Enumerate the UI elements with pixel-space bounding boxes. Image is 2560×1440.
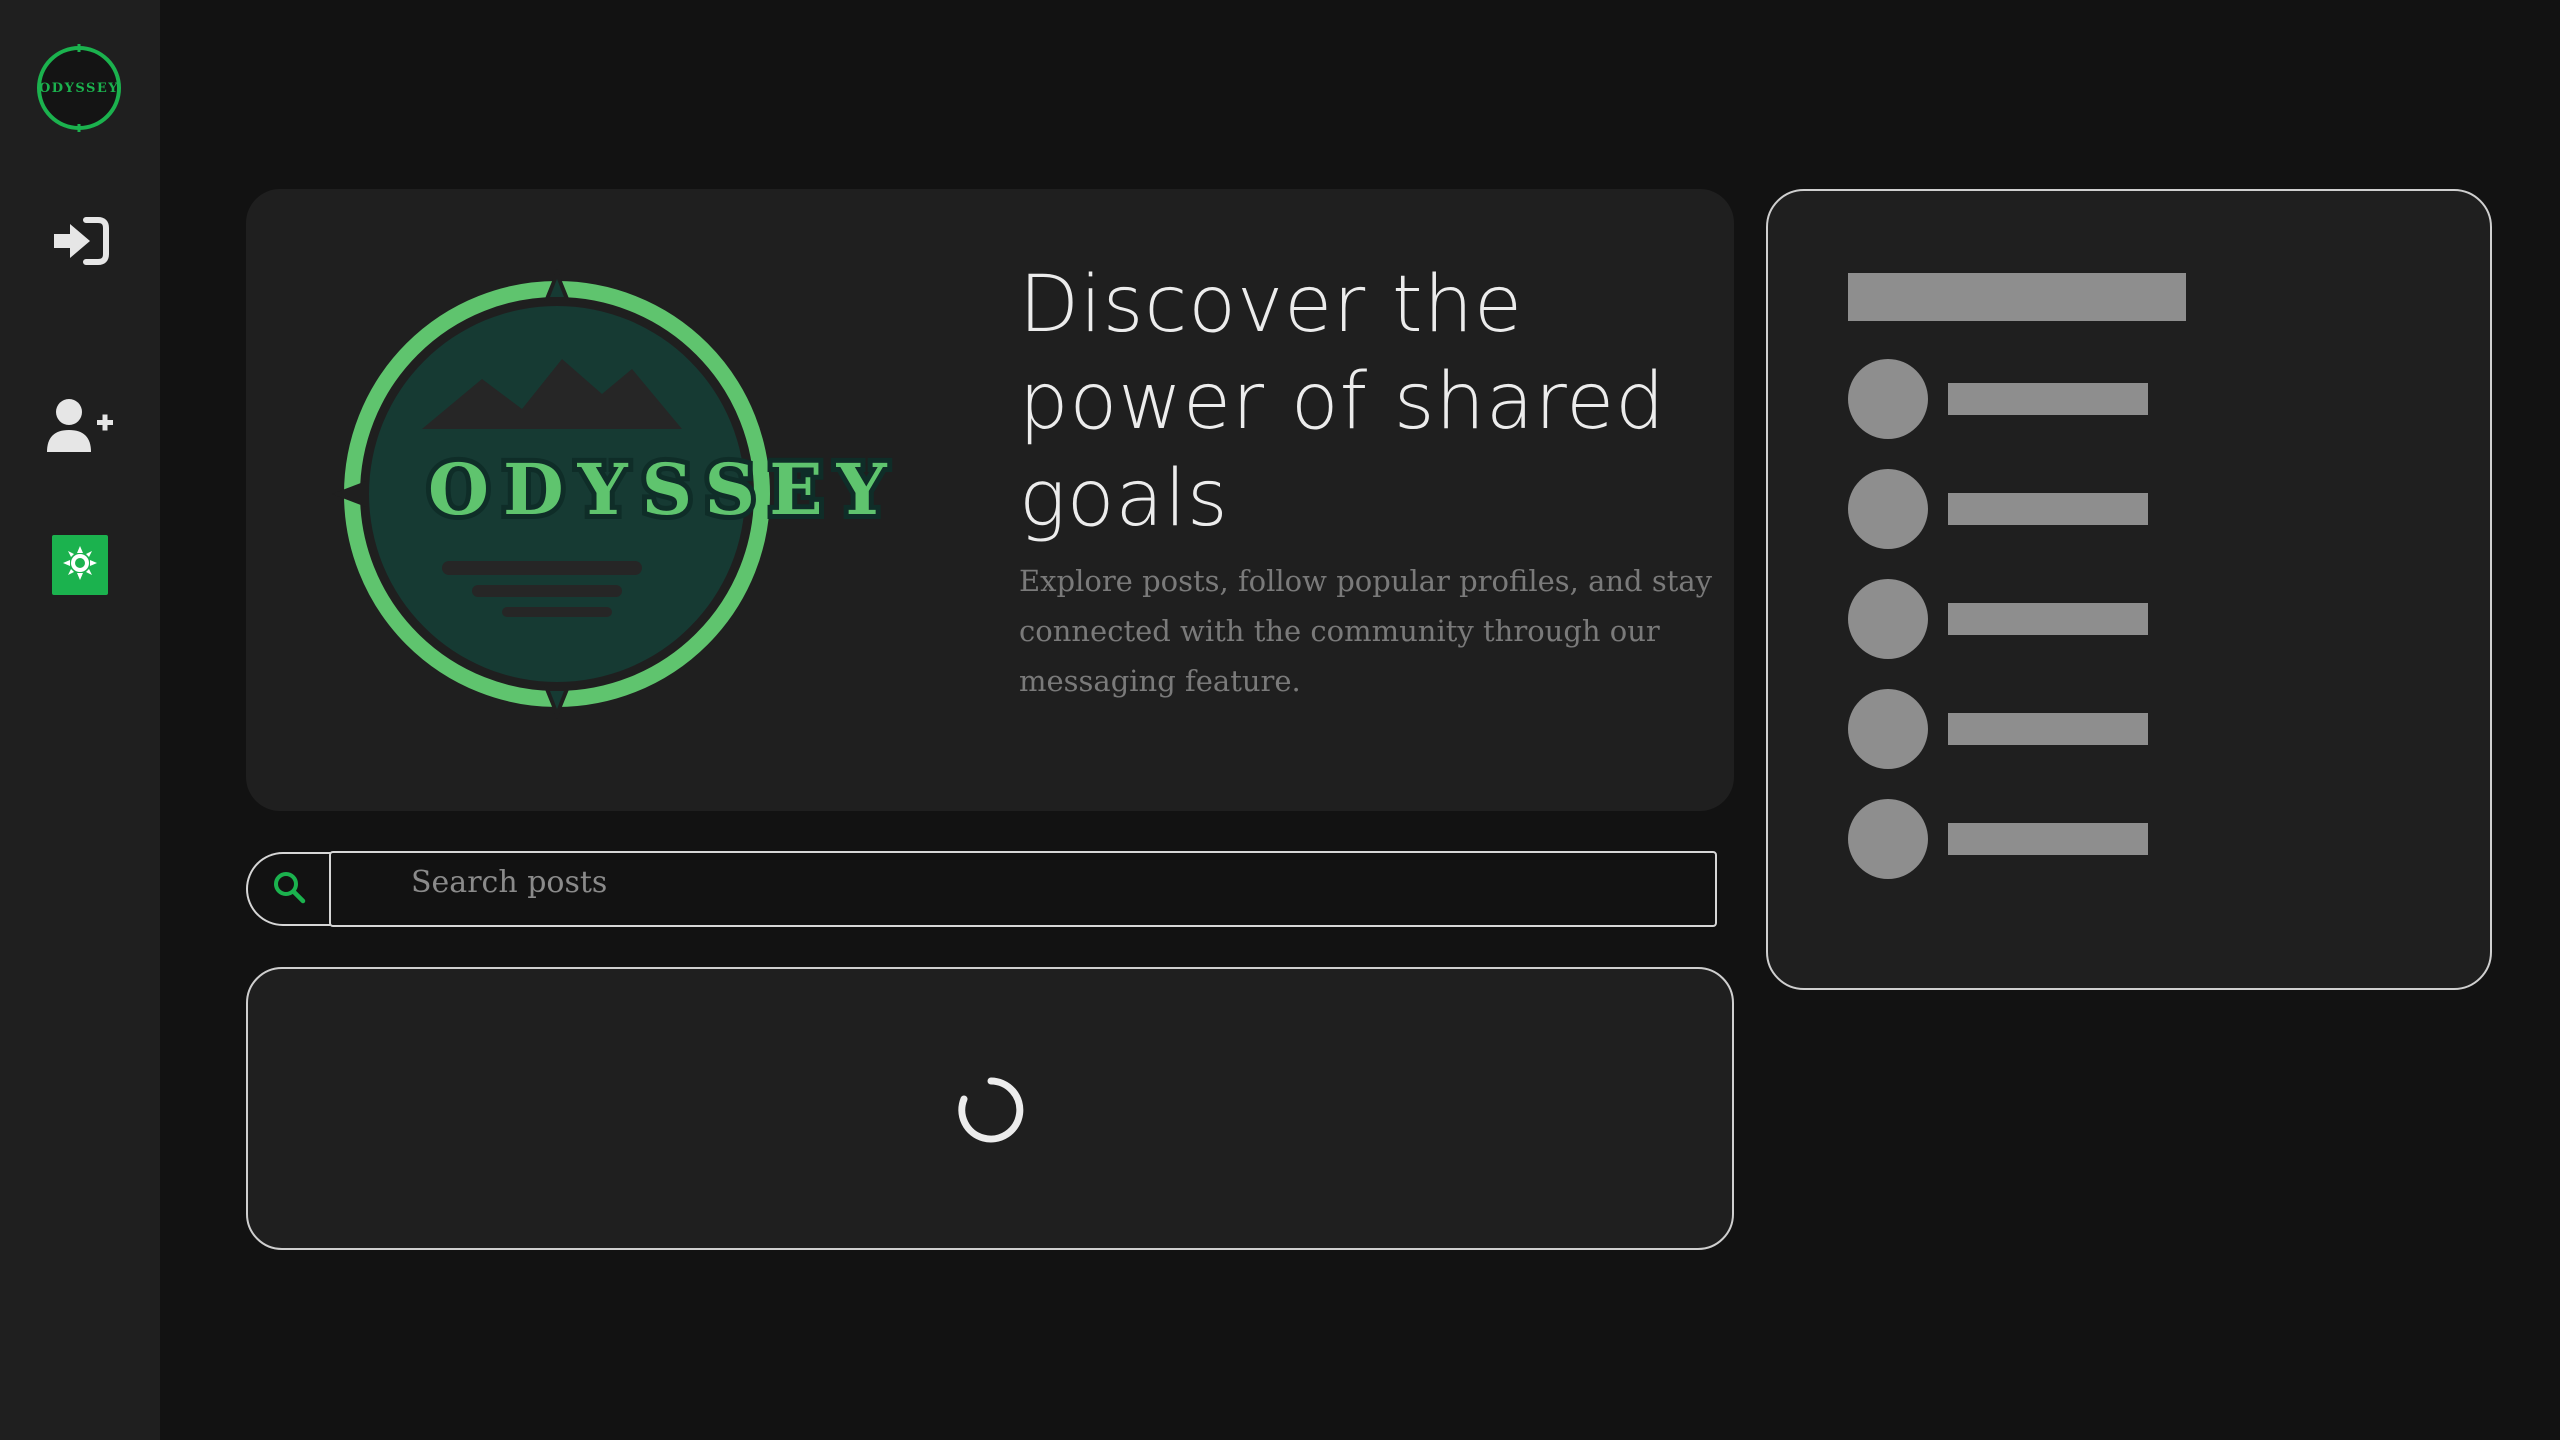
skeleton-avatar bbox=[1848, 359, 1928, 439]
svg-text:ODYSSEY: ODYSSEY bbox=[428, 448, 901, 531]
skeleton-avatar bbox=[1848, 799, 1928, 879]
search-icon bbox=[271, 869, 307, 909]
skeleton-line bbox=[1948, 823, 2148, 855]
hero-subtitle: Explore posts, follow popular profiles, … bbox=[1019, 564, 1713, 698]
popular-profiles-panel bbox=[1766, 189, 2492, 990]
skeleton-line bbox=[1948, 603, 2148, 635]
skeleton-row bbox=[1848, 359, 2168, 441]
skeleton-line bbox=[1948, 493, 2148, 525]
loading-spinner bbox=[956, 1075, 1026, 1145]
skeleton-row bbox=[1848, 469, 2168, 551]
skeleton-title bbox=[1848, 273, 2186, 321]
skeleton-row bbox=[1848, 579, 2168, 661]
skeleton-row bbox=[1848, 799, 2168, 881]
hero-card: ODYSSEY ODYSSEY Discover the power of sh… bbox=[246, 189, 1734, 811]
skeleton-row bbox=[1848, 689, 2168, 771]
skeleton-avatar bbox=[1848, 579, 1928, 659]
skeleton-line bbox=[1948, 383, 2148, 415]
skeleton-line bbox=[1948, 713, 2148, 745]
skeleton-avatar bbox=[1848, 689, 1928, 769]
main-content: ODYSSEY ODYSSEY Discover the power of sh… bbox=[0, 0, 2560, 1440]
search-button[interactable] bbox=[246, 852, 330, 926]
hero-title: Discover the power of shared goals bbox=[1019, 260, 1666, 544]
skeleton-avatar bbox=[1848, 469, 1928, 549]
search-input[interactable] bbox=[329, 851, 1717, 927]
posts-feed bbox=[246, 967, 1734, 1250]
